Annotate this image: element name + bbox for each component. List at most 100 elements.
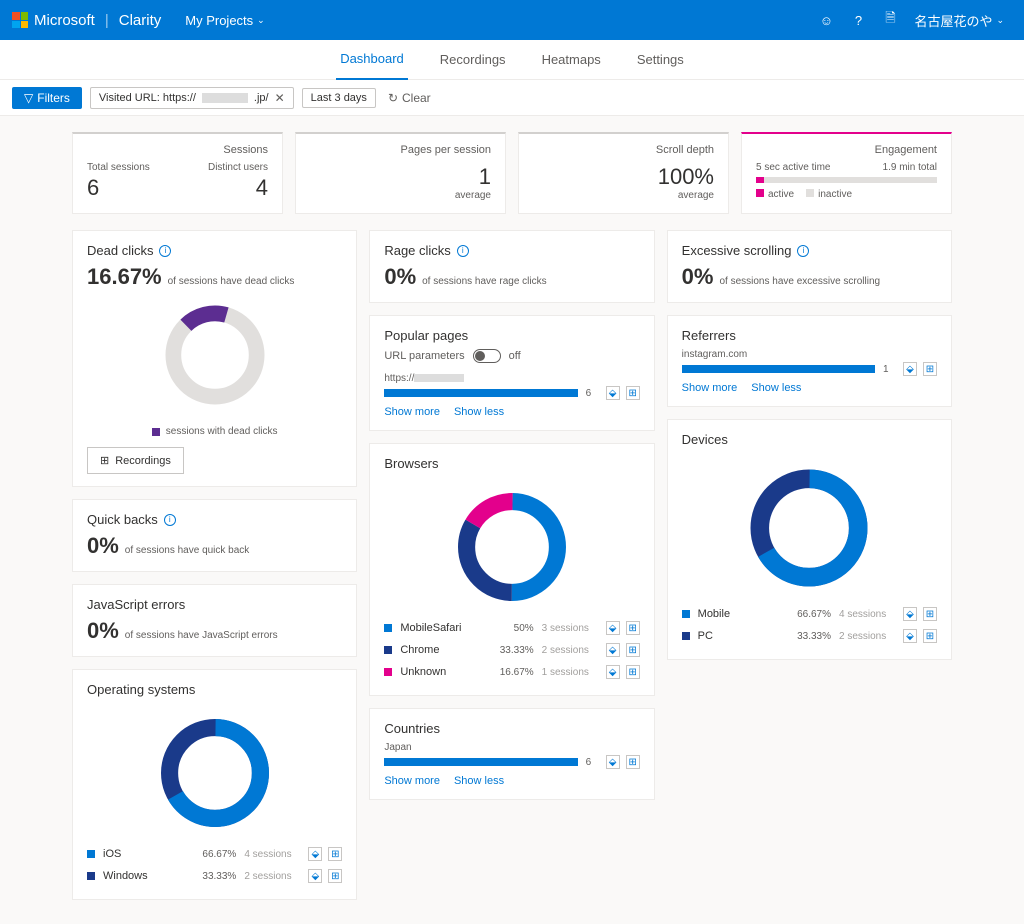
card-excessive-scroll: Excessive scrollingi 0%of sessions have … — [667, 230, 952, 303]
distinct-users-value: 4 — [256, 175, 268, 201]
brand-app: Clarity — [119, 12, 162, 29]
flame-icon[interactable]: ⬙ — [606, 755, 620, 769]
card-title: Dead clicks — [87, 243, 153, 258]
filter-chip-url[interactable]: Visited URL: https://.jp/ ✕ — [90, 87, 294, 109]
show-less-link[interactable]: Show less — [454, 406, 504, 418]
scroll-value: 100% — [658, 164, 714, 190]
show-less-link[interactable]: Show less — [454, 775, 504, 787]
filters-button[interactable]: ▽ Filters — [12, 87, 82, 109]
cards-grid: Dead clicks i 16.67% of sessions have dead… — [72, 230, 952, 900]
my-projects-dropdown[interactable]: My Projects ⌄ — [185, 13, 264, 28]
card-popular-pages: Popular pages URL parameters off https:/… — [369, 315, 654, 431]
chip-url-prefix: Visited URL: https:// — [99, 92, 196, 104]
play-icon[interactable]: ⊞ — [626, 665, 640, 679]
list-item: iOS66.67%4 sessions⬙⊞ — [87, 843, 342, 865]
item-sessions: 2 sessions — [244, 871, 300, 882]
engage-total-label: 1.9 min total — [883, 162, 937, 173]
metric-title: Pages per session — [310, 144, 491, 156]
list-item: MobileSafari50%3 sessions⬙⊞ — [384, 617, 639, 639]
excessive-desc: of sessions have excessive scrolling — [719, 276, 880, 287]
list-item: PC33.33%2 sessions⬙⊞ — [682, 625, 937, 647]
filters-label: Filters — [37, 91, 70, 105]
quick-backs-desc: of sessions have quick back — [125, 545, 250, 556]
flame-icon[interactable]: ⬙ — [903, 362, 917, 376]
flame-icon[interactable]: ⬙ — [308, 869, 322, 883]
item-name: PC — [698, 630, 775, 642]
country-count: 6 — [586, 757, 598, 768]
devices-donut — [682, 453, 937, 603]
item-pct: 66.67% — [783, 609, 831, 620]
recordings-button[interactable]: ⊞Recordings — [87, 447, 184, 474]
card-title: Quick backs — [87, 512, 158, 527]
chevron-down-icon: ⌄ — [257, 15, 265, 26]
country-name: Japan — [384, 742, 639, 753]
info-icon[interactable]: i — [164, 514, 176, 526]
clear-label: Clear — [402, 91, 431, 105]
list-item: Chrome33.33%2 sessions⬙⊞ — [384, 639, 639, 661]
flame-icon[interactable]: ⬙ — [903, 629, 917, 643]
pps-sub: average — [455, 190, 491, 201]
play-icon[interactable]: ⊞ — [923, 629, 937, 643]
item-name: iOS — [103, 848, 180, 860]
distinct-users-label: Distinct users — [208, 162, 268, 173]
tab-heatmaps[interactable]: Heatmaps — [538, 40, 605, 80]
help-icon[interactable]: ? — [842, 4, 874, 36]
filter-chip-date[interactable]: Last 3 days — [302, 88, 376, 108]
feedback-icon[interactable]: ☺ — [810, 4, 842, 36]
close-icon[interactable]: ✕ — [275, 91, 285, 105]
show-more-link[interactable]: Show more — [384, 775, 440, 787]
popular-bar — [384, 389, 577, 397]
total-sessions-value: 6 — [87, 175, 150, 201]
show-more-link[interactable]: Show more — [682, 382, 738, 394]
info-icon[interactable]: i — [159, 245, 171, 257]
play-icon[interactable]: ⊞ — [626, 755, 640, 769]
info-icon[interactable]: i — [457, 245, 469, 257]
play-icon[interactable]: ⊞ — [626, 643, 640, 657]
user-menu[interactable]: 名古屋花のや ⌄ — [906, 11, 1012, 30]
show-less-link[interactable]: Show less — [751, 382, 801, 394]
flame-icon[interactable]: ⬙ — [606, 386, 620, 400]
country-bar — [384, 758, 577, 766]
url-params-toggle[interactable]: URL parameters off — [384, 349, 639, 363]
card-title: Popular pages — [384, 328, 468, 343]
tab-dashboard[interactable]: Dashboard — [336, 40, 408, 80]
document-icon[interactable]: 🗎 — [874, 4, 906, 36]
legend-active-dot — [756, 189, 764, 197]
chevron-down-icon: ⌄ — [996, 15, 1004, 26]
scroll-sub: average — [678, 190, 714, 201]
card-title: Browsers — [384, 456, 438, 471]
item-pct: 16.67% — [486, 667, 534, 678]
legend-sq — [87, 872, 95, 880]
legend-sq — [682, 610, 690, 618]
dead-clicks-desc: of sessions have dead clicks — [168, 276, 295, 287]
flame-icon[interactable]: ⬙ — [903, 607, 917, 621]
rage-desc: of sessions have rage clicks — [422, 276, 547, 287]
play-icon[interactable]: ⊞ — [626, 386, 640, 400]
item-pct: 33.33% — [783, 631, 831, 642]
flame-icon[interactable]: ⬙ — [606, 621, 620, 635]
flame-icon[interactable]: ⬙ — [308, 847, 322, 861]
play-icon[interactable]: ⊞ — [626, 621, 640, 635]
play-icon[interactable]: ⊞ — [923, 362, 937, 376]
item-pct: 50% — [486, 623, 534, 634]
flame-icon[interactable]: ⬙ — [606, 665, 620, 679]
metric-title: Sessions — [87, 144, 268, 156]
card-title: Devices — [682, 432, 728, 447]
card-browsers: Browsers MobileSafari50%3 sessions⬙⊞Chro… — [369, 443, 654, 696]
play-icon[interactable]: ⊞ — [923, 607, 937, 621]
card-rage-clicks: Rage clicksi 0%of sessions have rage cli… — [369, 230, 654, 303]
info-icon[interactable]: i — [797, 245, 809, 257]
main-content: Sessions Total sessions 6 Distinct users… — [0, 116, 1024, 924]
tab-settings[interactable]: Settings — [633, 40, 688, 80]
clear-button[interactable]: ↻ Clear — [388, 91, 431, 105]
flame-icon[interactable]: ⬙ — [606, 643, 620, 657]
play-icon[interactable]: ⊞ — [328, 869, 342, 883]
tab-recordings[interactable]: Recordings — [436, 40, 510, 80]
show-more-link[interactable]: Show more — [384, 406, 440, 418]
play-icon[interactable]: ⊞ — [328, 847, 342, 861]
legend-sq — [384, 624, 392, 632]
item-sessions: 2 sessions — [542, 645, 598, 656]
legend-inactive: inactive — [818, 189, 852, 200]
item-pct: 33.33% — [188, 871, 236, 882]
brand-divider: | — [105, 12, 109, 29]
